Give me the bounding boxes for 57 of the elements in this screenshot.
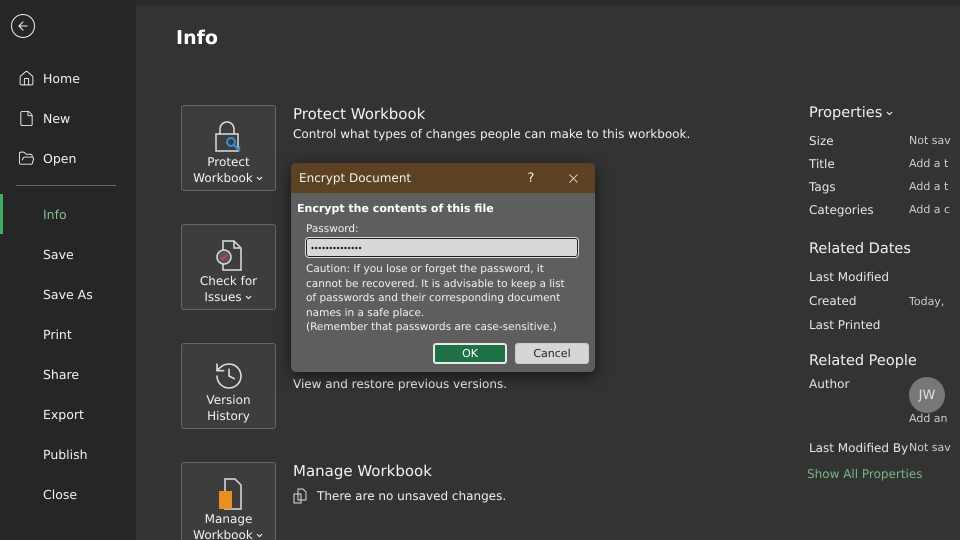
section-description: Control what types of changes people can make to this workbook.: [293, 127, 690, 141]
property-label: Tags: [809, 180, 837, 194]
sidebar-item[interactable]: Open: [0, 138, 136, 178]
section-heading: Related Dates: [809, 241, 912, 257]
lock-key-icon: [214, 120, 244, 154]
sidebar-item[interactable]: Save: [0, 234, 136, 274]
property-value[interactable]: Not sav: [909, 134, 960, 147]
dialog-heading: Encrypt the contents of this file: [297, 202, 495, 215]
property-value[interactable]: Add a t: [909, 157, 960, 170]
sidebar-item[interactable]: Print: [0, 314, 136, 354]
document-icon: [18, 110, 35, 126]
documents-icon: [293, 488, 307, 504]
ribbon-button[interactable]: Manage Workbook: [181, 462, 276, 540]
status-text: There are no unsaved changes.: [317, 489, 506, 503]
show-all-properties-link[interactable]: Show All Properties: [807, 467, 923, 481]
property-label: Last Modified By: [809, 440, 909, 454]
author-avatar: JW: [909, 377, 945, 413]
page-title: Info: [176, 27, 219, 49]
sidebar-item[interactable]: Share: [0, 354, 136, 394]
ribbon-button[interactable]: Check for Issues: [181, 224, 276, 310]
cancel-button[interactable]: Cancel: [515, 342, 589, 364]
field-label: Password:: [306, 223, 360, 235]
property-label: Title: [809, 156, 836, 170]
folder-icon: [18, 150, 35, 166]
dialog-title: Encrypt Document: [299, 171, 412, 185]
property-value: Today,: [909, 294, 946, 308]
property-label: Size: [809, 134, 835, 148]
property-label: Categories: [809, 202, 875, 216]
sidebar-item[interactable]: Home: [0, 58, 136, 98]
ok-button[interactable]: OK: [433, 342, 507, 364]
property-label: Last Printed: [809, 318, 882, 332]
password-field[interactable]: ••••••••••••••: [306, 238, 578, 257]
sidebar-item[interactable]: New: [0, 98, 136, 138]
ribbon-button[interactable]: Protect Workbook: [181, 105, 276, 191]
property-value[interactable]: Add a c: [909, 203, 960, 216]
section-description: View and restore previous versions.: [293, 377, 508, 391]
sidebar-item[interactable]: Close: [0, 474, 136, 514]
property-label: Created: [809, 294, 858, 308]
property-label: Last Modified: [809, 270, 890, 284]
section-title: Manage Workbook: [293, 462, 433, 480]
home-icon: [18, 70, 35, 86]
document-check-icon: [214, 239, 242, 273]
ribbon-button[interactable]: Version History: [181, 343, 276, 429]
property-value: Not sav: [909, 441, 952, 454]
section-heading: Related People: [809, 353, 918, 369]
sidebar-item[interactable]: Save As: [0, 274, 136, 314]
property-label: Author: [809, 377, 850, 391]
caution-text: Caution: If you lose or forget the password, it cannot be recovered. It is advisable to keep a list of passwords and their corresponding document names in a safe place.: [306, 262, 566, 320]
back-icon: [16, 19, 30, 33]
sidebar-item[interactable]: Export: [0, 394, 136, 434]
reminder-text: (Remember that passwords are case-sensitive.): [306, 320, 558, 334]
sidebar-item[interactable]: Publish: [0, 434, 136, 474]
help-button[interactable]: ?: [511, 170, 551, 186]
properties-heading[interactable]: Properties: [809, 105, 954, 121]
add-author-field[interactable]: Add an: [909, 412, 960, 425]
property-value[interactable]: Add a t: [909, 180, 960, 193]
section-title: Protect Workbook: [293, 105, 426, 123]
